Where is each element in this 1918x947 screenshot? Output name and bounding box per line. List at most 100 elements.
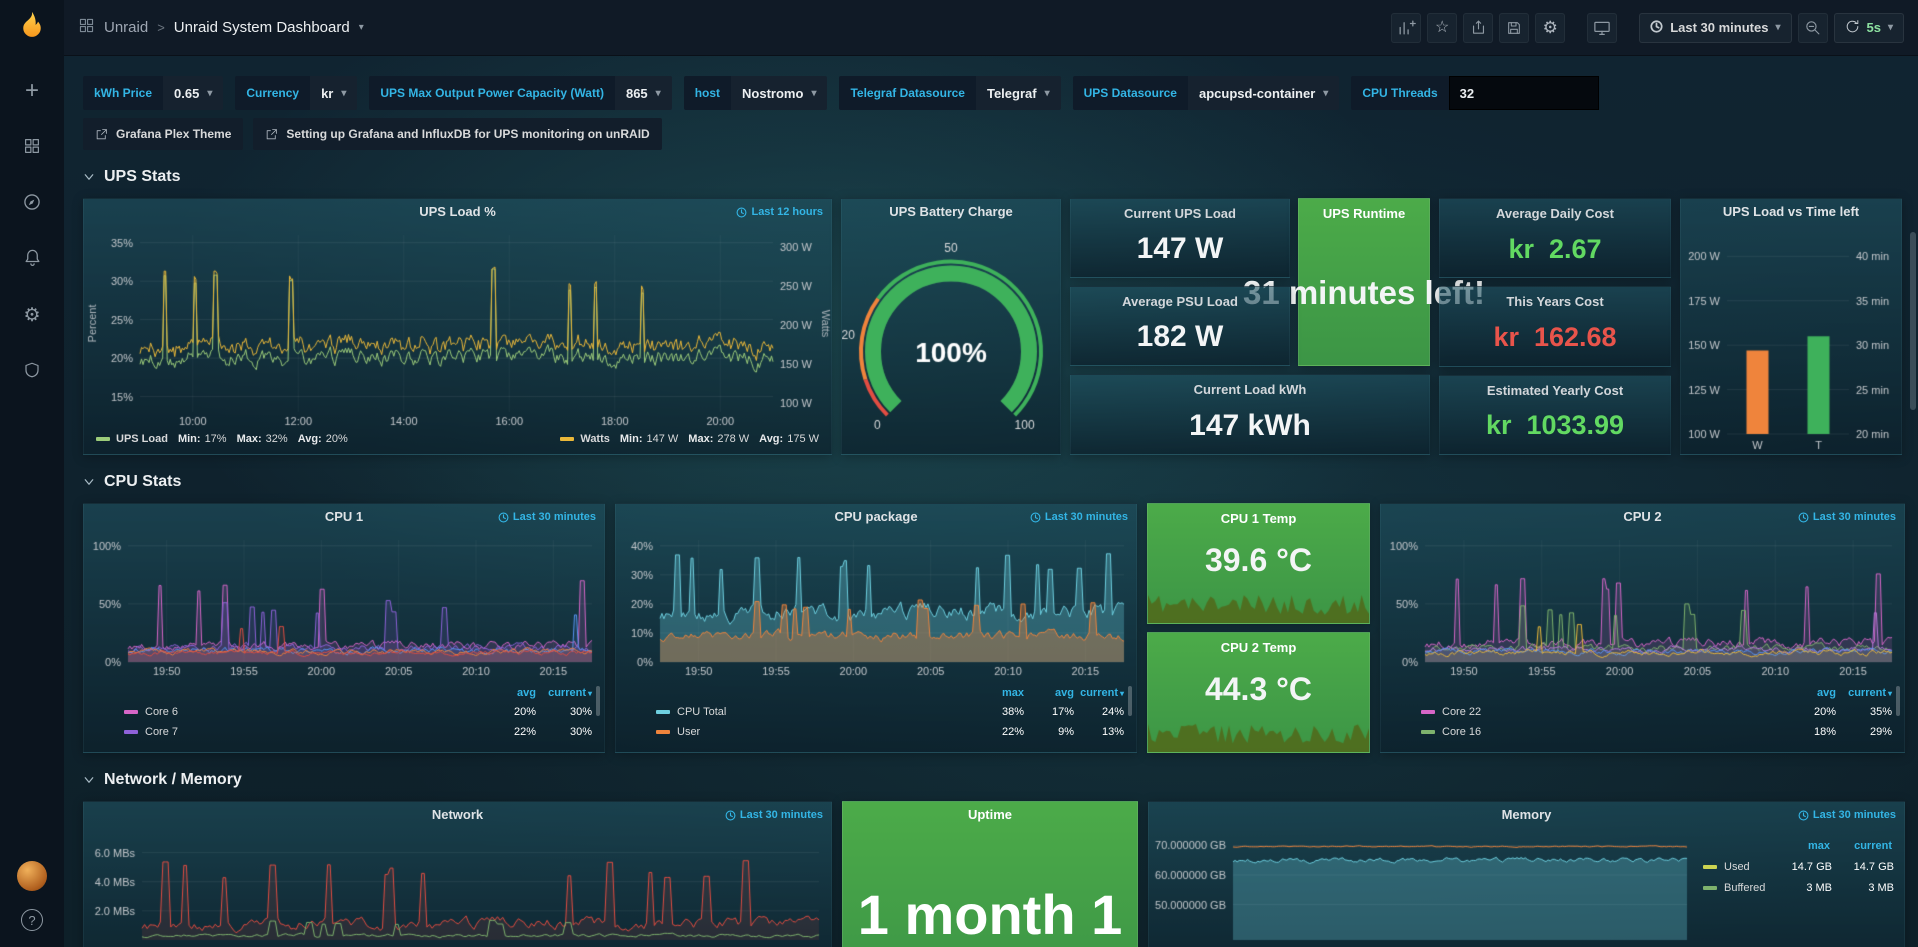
sidebar-explore-button[interactable] [14,187,50,219]
legend-series-watts[interactable]: Watts Min:147 W Max:278 W Avg:175 W [560,433,819,445]
chevron-down-icon: ▾ [1775,22,1780,33]
user-avatar[interactable] [17,861,47,891]
panel-current-ups-load: Current UPS Load 147 W [1070,198,1290,278]
cycle-view-button[interactable] [1587,13,1617,43]
legend-scrollbar[interactable] [1896,686,1900,716]
legend-row[interactable]: Core 6 20% 30% [124,702,592,722]
memory-chart[interactable] [1149,828,1699,947]
time-badge: Last 12 hours [736,206,823,218]
variable-currency-value[interactable]: kr▾ [310,76,357,110]
legend-row[interactable]: Buffered 3 MB 3 MB [1703,877,1894,898]
variable-label: Telegraf Datasource [839,76,976,110]
chevron-down-icon[interactable]: ▾ [359,22,364,33]
sort-caret-icon: ▾ [1120,689,1124,698]
panel-title[interactable]: Current UPS Load [1071,199,1289,221]
panel-title[interactable]: Current Load kWh [1071,375,1429,397]
legend-scrollbar[interactable] [1128,686,1132,716]
section-ups-stats[interactable]: UPS Stats [83,168,1905,186]
legend-row[interactable]: Core 16 18% 29% [1421,722,1892,742]
refresh-button[interactable]: 5s ▾ [1834,13,1905,43]
battery-gauge[interactable] [842,225,1060,454]
variable-telegraf-datasource-value[interactable]: Telegraf▾ [976,76,1061,110]
cpu-temps-column: CPU 1 Temp 39.6 °C CPU 2 Temp 44.3 °C [1147,503,1370,753]
legend-header[interactable]: avg current▾ [1421,684,1892,702]
network-chart[interactable] [84,828,831,947]
panel-cpu-1-temp: CPU 1 Temp 39.6 °C [1147,503,1370,624]
cpu-threads-input[interactable] [1449,76,1599,110]
panel-title[interactable]: UPS Runtime [1299,199,1429,221]
zoom-out-button[interactable] [1798,13,1828,43]
section-cpu-stats[interactable]: CPU Stats [83,473,1905,491]
legend-row[interactable]: CPU Total 38% 17% 24% [656,702,1124,722]
panel-title[interactable]: Uptime [843,802,1137,828]
panel-current-load-kwh: Current Load kWh 147 kWh [1070,374,1430,455]
ups-load-chart[interactable] [84,225,831,430]
panel-title[interactable]: This Years Cost [1440,287,1670,309]
panel-title[interactable]: Memory [1149,802,1904,828]
variable-host-value[interactable]: Nostromo▾ [731,76,827,110]
grafana-logo[interactable] [17,10,47,45]
memory-legend: max current Used 14.7 GB 14.7 GB Buffere… [1699,828,1904,947]
panel-title[interactable]: CPU 1 Temp [1148,504,1369,526]
legend-row[interactable]: Core 22 20% 35% [1421,702,1892,722]
link-ups-monitoring-guide[interactable]: Setting up Grafana and InfluxDB for UPS … [253,118,661,150]
cpu-1-chart[interactable] [84,530,604,680]
legend-series-ups-load[interactable]: UPS Load Min:17% Max:32% Avg:20% [96,433,348,445]
page-scrollbar[interactable] [1910,232,1916,410]
variable-ups-datasource-value[interactable]: apcupsd-container▾ [1188,76,1339,110]
panel-title[interactable]: UPS Load vs Time left [1681,199,1901,225]
save-button[interactable] [1499,13,1529,43]
panel-cpu-2-temp: CPU 2 Temp 44.3 °C [1147,632,1370,753]
stat-value: 147 kWh [1071,397,1429,454]
legend-row[interactable]: Used 14.7 GB 14.7 GB [1703,856,1894,877]
sidebar-alerting-button[interactable] [14,243,50,275]
dashboard-settings-button[interactable]: ⚙ [1535,13,1565,43]
panel-cpu-2: CPU 2 Last 30 minutes avg current▾ Core … [1380,503,1905,753]
panel-title[interactable]: CPU 2 Temp [1148,633,1369,655]
legend-row[interactable]: User 22% 9% 13% [656,722,1124,742]
variable-ups-max-output-value[interactable]: 865▾ [615,76,672,110]
chevron-down-icon: ▾ [656,88,661,99]
star-button[interactable]: ☆ [1427,13,1457,43]
cpu-2-chart[interactable] [1381,530,1904,680]
panel-title[interactable]: Estimated Yearly Cost [1440,376,1670,398]
sidebar-nav: + ⚙ [14,75,50,387]
legend-scrollbar[interactable] [596,686,600,716]
share-button[interactable] [1463,13,1493,43]
panel-title[interactable]: Average Daily Cost [1440,199,1670,221]
template-variables: kWh Price 0.65▾ Currency kr▾ UPS Max Out… [83,76,1905,110]
legend-swatch [1421,710,1435,714]
monitor-icon [1593,19,1611,37]
panel-title[interactable]: UPS Load % [84,199,831,225]
cpu-package-chart[interactable] [616,530,1136,680]
breadcrumb-app[interactable]: Unraid [104,19,148,36]
page-title[interactable]: Unraid System Dashboard [174,19,350,36]
variable-label: Currency [235,76,310,110]
sidebar-create-button[interactable]: + [14,75,50,107]
time-badge: Last 30 minutes [725,809,823,821]
variable-telegraf-datasource: Telegraf Datasource Telegraf▾ [839,76,1060,110]
legend-header[interactable]: max current [1703,836,1894,856]
sidebar-admin-button[interactable] [14,355,50,387]
add-panel-button[interactable] [1391,13,1421,43]
stat-value: kr 1033.99 [1440,398,1670,454]
variable-kwh-price-value[interactable]: 0.65▾ [163,76,223,110]
sidebar-configuration-button[interactable]: ⚙ [14,299,50,331]
time-picker-button[interactable]: Last 30 minutes ▾ [1639,13,1791,43]
sidebar-dashboards-button[interactable] [14,131,50,163]
ups-load-vs-time-chart[interactable] [1681,225,1901,454]
legend-header[interactable]: avg current▾ [124,684,592,702]
help-button[interactable]: ? [21,909,43,931]
legend-row[interactable]: Core 7 22% 30% [124,722,592,742]
cpu-2-legend: avg current▾ Core 22 20% 35% Core 16 18%… [1381,680,1904,742]
panel-title[interactable]: UPS Battery Charge [842,199,1060,225]
panel-title[interactable]: Average PSU Load [1071,287,1289,309]
share-icon [1470,19,1487,36]
panel-title[interactable]: Network [84,802,831,828]
chevron-down-icon: ▾ [207,88,212,99]
legend-header[interactable]: max avg current▾ [656,684,1124,702]
link-grafana-plex-theme[interactable]: Grafana Plex Theme [83,118,243,150]
stat-value: 147 W [1071,221,1289,277]
section-network-memory[interactable]: Network / Memory [83,771,1905,789]
panel-memory: Memory Last 30 minutes max current Used … [1148,801,1905,947]
